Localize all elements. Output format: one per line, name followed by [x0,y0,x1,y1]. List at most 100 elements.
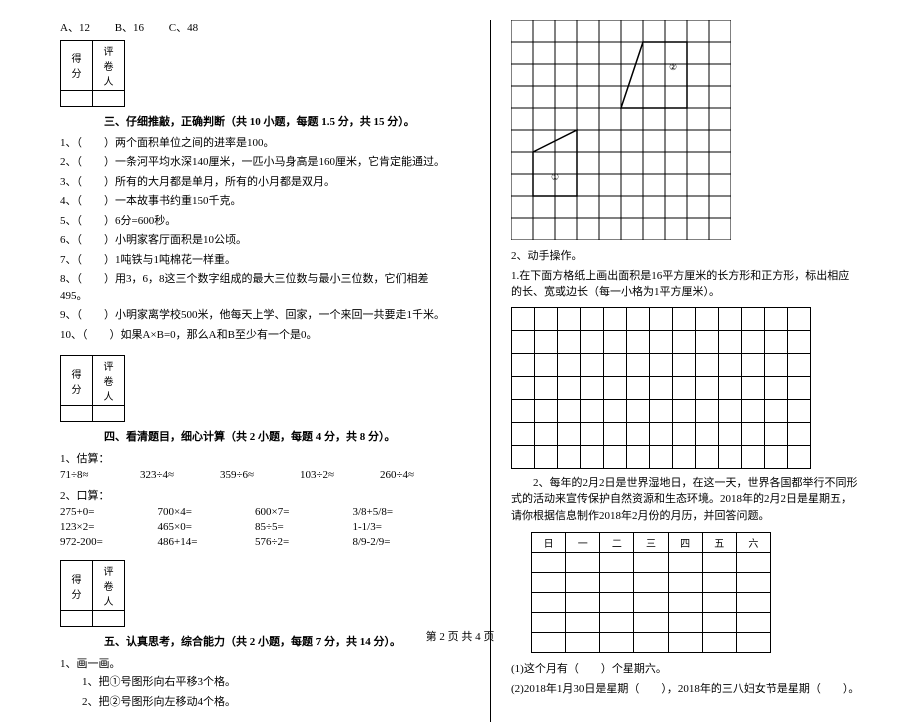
grid-cell[interactable] [604,376,627,399]
grid-cell[interactable] [673,445,696,468]
grid-cell[interactable] [788,353,811,376]
grid-cell[interactable] [673,353,696,376]
grader-cell[interactable] [93,406,125,422]
grid-cell[interactable] [696,353,719,376]
blank-grid[interactable] [511,307,811,469]
grid-cell[interactable] [742,445,765,468]
grid-cell[interactable] [535,307,558,330]
grid-cell[interactable] [788,399,811,422]
grid-cell[interactable] [627,307,650,330]
calc-item: 85÷5= [255,521,353,533]
grid-cell[interactable] [765,376,788,399]
grid-cell[interactable] [512,422,535,445]
grid-cell[interactable] [650,399,673,422]
grid-cell[interactable] [627,376,650,399]
grid-cell[interactable] [788,307,811,330]
grid-cell[interactable] [627,445,650,468]
grid-cell[interactable] [673,399,696,422]
grid-cell[interactable] [719,353,742,376]
grid-cell[interactable] [719,399,742,422]
grid-cell[interactable] [581,307,604,330]
grid-cell[interactable] [719,422,742,445]
grid-cell[interactable] [604,445,627,468]
grid-cell[interactable] [512,330,535,353]
grid-cell[interactable] [788,330,811,353]
grid-cell[interactable] [742,376,765,399]
grid-cell[interactable] [673,376,696,399]
grid-cell[interactable] [581,422,604,445]
grid-cell[interactable] [558,422,581,445]
grid-cell[interactable] [581,376,604,399]
grid-cell[interactable] [673,330,696,353]
grid-cell[interactable] [765,399,788,422]
grid-cell[interactable] [581,353,604,376]
grid-cell[interactable] [558,330,581,353]
grid-cell[interactable] [512,399,535,422]
grid-cell[interactable] [650,422,673,445]
grid-cell[interactable] [673,422,696,445]
grid-cell[interactable] [765,330,788,353]
grid-cell[interactable] [535,376,558,399]
grid-cell[interactable] [535,422,558,445]
grid-cell[interactable] [558,376,581,399]
grid-cell[interactable] [719,445,742,468]
grid-cell[interactable] [604,399,627,422]
grid-cell[interactable] [535,445,558,468]
grid-cell[interactable] [581,399,604,422]
grid-cell[interactable] [650,376,673,399]
grid-cell[interactable] [742,353,765,376]
grid-cell[interactable] [696,376,719,399]
grid-cell[interactable] [650,330,673,353]
grid-svg-icon: ① ② [511,20,731,240]
grid-cell[interactable] [627,353,650,376]
grid-cell[interactable] [765,445,788,468]
grid-cell[interactable] [627,399,650,422]
grid-cell[interactable] [696,422,719,445]
grid-cell[interactable] [788,376,811,399]
grid-cell[interactable] [512,307,535,330]
grid-cell[interactable] [650,307,673,330]
grid-cell[interactable] [696,399,719,422]
grader-cell[interactable] [93,611,125,627]
grid-cell[interactable] [696,445,719,468]
grid-cell[interactable] [581,445,604,468]
grid-cell[interactable] [581,330,604,353]
grid-cell[interactable] [558,399,581,422]
grid-cell[interactable] [535,353,558,376]
grid-cell[interactable] [558,307,581,330]
score-cell[interactable] [61,611,93,627]
score-cell[interactable] [61,406,93,422]
grader-cell[interactable] [93,90,125,106]
grid-cell[interactable] [742,330,765,353]
grid-cell[interactable] [765,422,788,445]
grid-cell[interactable] [512,353,535,376]
grid-cell[interactable] [719,330,742,353]
grid-cell[interactable] [742,399,765,422]
grid-cell[interactable] [673,307,696,330]
grid-cell[interactable] [742,307,765,330]
grid-cell[interactable] [558,445,581,468]
grid-cell[interactable] [765,353,788,376]
grid-cell[interactable] [627,422,650,445]
grid-cell[interactable] [604,307,627,330]
grid-cell[interactable] [696,307,719,330]
grid-cell[interactable] [650,353,673,376]
grid-cell[interactable] [604,422,627,445]
grid-cell[interactable] [719,376,742,399]
grid-cell[interactable] [788,422,811,445]
grid-cell[interactable] [535,399,558,422]
grid-cell[interactable] [604,353,627,376]
grid-cell[interactable] [512,445,535,468]
grid-cell[interactable] [512,376,535,399]
grid-cell[interactable] [627,330,650,353]
grid-cell[interactable] [696,330,719,353]
grid-cell[interactable] [788,445,811,468]
score-cell[interactable] [61,90,93,106]
grid-cell[interactable] [742,422,765,445]
grid-cell[interactable] [650,445,673,468]
grid-cell[interactable] [719,307,742,330]
grid-cell[interactable] [604,330,627,353]
grid-cell[interactable] [535,330,558,353]
grid-cell[interactable] [558,353,581,376]
grid-cell[interactable] [765,307,788,330]
